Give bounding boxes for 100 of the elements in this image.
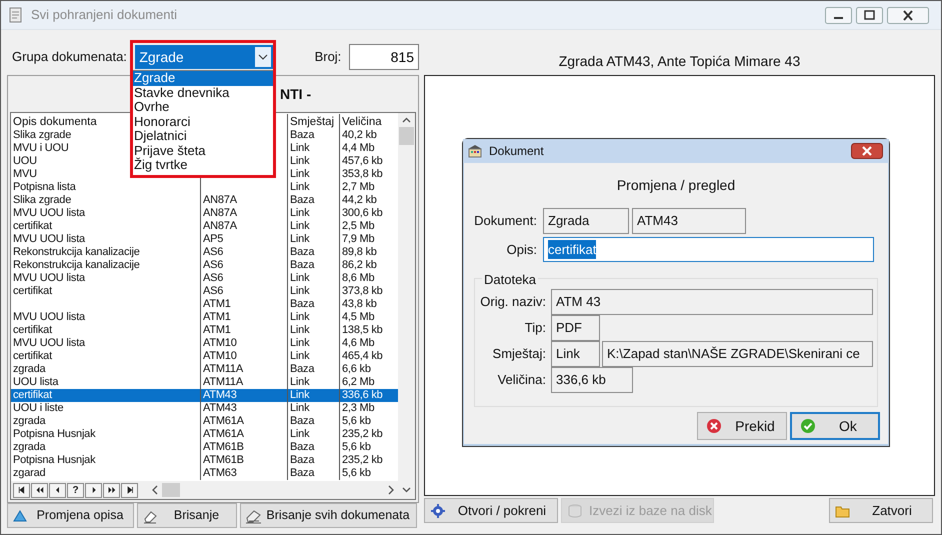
scrollbar-thumb[interactable] <box>162 483 180 497</box>
table-cell[interactable]: Link <box>290 220 310 232</box>
action-button[interactable]: Promjena opisa <box>7 503 134 528</box>
dropdown-option[interactable]: Žig tvrtke <box>133 158 273 172</box>
table-cell[interactable]: MVU UOU lista <box>13 272 85 284</box>
navigator-button[interactable] <box>85 482 102 498</box>
table-cell[interactable]: MVU UOU lista <box>13 233 85 245</box>
table-cell[interactable]: AS6 <box>203 285 224 297</box>
table-cell[interactable]: Slika zgrade <box>13 194 72 206</box>
table-cell[interactable]: Link <box>290 233 310 245</box>
table-cell[interactable]: Baza <box>290 298 314 310</box>
table-cell[interactable]: Rekonstrukcija kanalizacije <box>13 259 140 271</box>
table-cell[interactable]: 300,6 kb <box>342 207 383 219</box>
table-cell[interactable]: AN87A <box>203 194 237 206</box>
table-cell[interactable]: Baza <box>290 415 314 427</box>
dropdown-option[interactable]: Honorarci <box>133 114 273 129</box>
table-cell[interactable]: 5,6 kb <box>342 415 371 427</box>
table-cell[interactable]: 4,6 Mb <box>342 337 374 349</box>
table-cell[interactable]: Baza <box>290 246 314 258</box>
table-cell[interactable]: certifikat <box>13 350 52 362</box>
table-cell[interactable]: ATM61A <box>203 415 244 427</box>
table-cell[interactable]: 2,3 Mb <box>342 402 374 414</box>
dropdown-option[interactable]: Ovrhe <box>133 100 273 114</box>
table-cell[interactable]: UOU lista <box>13 376 58 388</box>
table-cell[interactable]: AP5 <box>203 233 224 245</box>
table-cell[interactable]: 235,2 kb <box>342 454 383 466</box>
table-cell[interactable]: certifikat <box>13 220 52 232</box>
scrollbar-thumb[interactable] <box>399 127 414 145</box>
table-cell[interactable]: Link <box>290 272 310 284</box>
table-cell[interactable]: Rekonstrukcija kanalizacije <box>13 246 140 258</box>
dialog-button[interactable]: Prekid <box>697 412 787 440</box>
table-cell[interactable]: Baza <box>290 194 314 206</box>
navigator-button[interactable] <box>31 482 48 498</box>
table-cell[interactable]: 2,5 Mb <box>342 220 374 232</box>
table-cell[interactable]: 8,6 Mb <box>342 272 374 284</box>
table-cell[interactable]: ATM43 <box>203 402 237 414</box>
dropdown-option[interactable]: Djelatnici <box>133 129 273 144</box>
table-cell[interactable]: Link <box>290 376 310 388</box>
table-cell[interactable]: MVU UOU lista <box>13 337 85 349</box>
navigator-button[interactable] <box>13 482 30 498</box>
table-cell[interactable]: 465,4 kb <box>342 350 383 362</box>
table-cell[interactable]: Link <box>290 389 310 401</box>
table-cell[interactable]: ATM11A <box>203 363 243 375</box>
dropdown-option[interactable]: Prijave šteta <box>133 144 273 158</box>
dropdown-option[interactable]: Zgrade <box>133 71 273 86</box>
table-cell[interactable]: Baza <box>290 467 314 479</box>
table-cell[interactable]: 353,8 kb <box>342 168 383 180</box>
table-cell[interactable]: Link <box>290 168 310 180</box>
table-cell[interactable]: Link <box>290 285 310 297</box>
table-cell[interactable]: 457,6 kb <box>342 155 383 167</box>
table-cell[interactable]: 373,8 kb <box>342 285 383 297</box>
table-cell[interactable]: AS6 <box>203 272 224 284</box>
table-cell[interactable]: MVU <box>13 168 37 180</box>
table-cell[interactable]: zgrada <box>13 441 46 453</box>
table-cell[interactable]: Link <box>290 181 310 193</box>
table-cell[interactable]: Link <box>290 324 310 336</box>
table-cell[interactable]: ATM61B <box>203 441 244 453</box>
action-button[interactable]: Brisanje svih dokumenata <box>240 503 417 528</box>
table-cell[interactable]: Baza <box>290 129 314 141</box>
table-cell[interactable]: Link <box>290 428 310 440</box>
table-cell[interactable]: 235,2 kb <box>342 428 383 440</box>
group-dropdown[interactable]: Zgrade <box>135 45 275 69</box>
table-cell[interactable]: ATM63 <box>203 467 237 479</box>
table-cell[interactable]: ATM1 <box>203 324 231 336</box>
table-cell[interactable]: 2,7 Mb <box>342 181 374 193</box>
table-cell[interactable]: Link <box>290 311 310 323</box>
table-cell[interactable]: Baza <box>290 454 314 466</box>
table-cell[interactable]: Link <box>290 155 310 167</box>
table-cell[interactable]: MVU UOU lista <box>13 207 85 219</box>
table-cell[interactable]: AN87A <box>203 207 237 219</box>
table-cell[interactable]: Baza <box>290 363 314 375</box>
selected-row[interactable]: certifikat ATM43 Link 336,6 kb <box>11 389 398 402</box>
table-cell[interactable]: Link <box>290 350 310 362</box>
table-cell[interactable]: ATM1 <box>203 311 231 323</box>
table-cell[interactable]: ATM10 <box>203 350 237 362</box>
table-cell[interactable]: certifikat <box>13 285 52 297</box>
table-cell[interactable]: zgrada <box>13 363 46 375</box>
table-cell[interactable]: ATM11A <box>203 376 243 388</box>
table-cell[interactable]: ATM61A <box>203 428 244 440</box>
table-cell[interactable]: 138,5 kb <box>342 324 383 336</box>
table-cell[interactable]: 6,2 Mb <box>342 376 374 388</box>
table-cell[interactable]: Baza <box>290 259 314 271</box>
table-cell[interactable]: Potpisna Husnjak <box>13 454 96 466</box>
table-cell[interactable]: ATM1 <box>203 298 231 310</box>
table-cell[interactable]: Link <box>290 337 310 349</box>
table-cell[interactable]: AN87A <box>203 220 237 232</box>
table-cell[interactable]: 4,5 Mb <box>342 311 374 323</box>
help-button[interactable]: ? <box>67 482 84 498</box>
table-cell[interactable]: zgrada <box>13 415 46 427</box>
table-cell[interactable]: 44,2 kb <box>342 194 377 206</box>
navigator-button[interactable] <box>49 482 66 498</box>
table-cell[interactable]: Link <box>290 207 310 219</box>
table-cell[interactable]: 4,4 Mb <box>342 142 374 154</box>
table-cell[interactable]: 5,6 kb <box>342 467 371 479</box>
table-cell[interactable]: 89,8 kb <box>342 246 377 258</box>
table-cell[interactable]: Link <box>290 142 310 154</box>
navigator-button[interactable] <box>103 482 120 498</box>
table-cell[interactable]: ATM43 <box>203 389 237 401</box>
table-cell[interactable]: 5,6 kb <box>342 441 371 453</box>
table-cell[interactable]: Potpisna lista <box>13 181 76 193</box>
